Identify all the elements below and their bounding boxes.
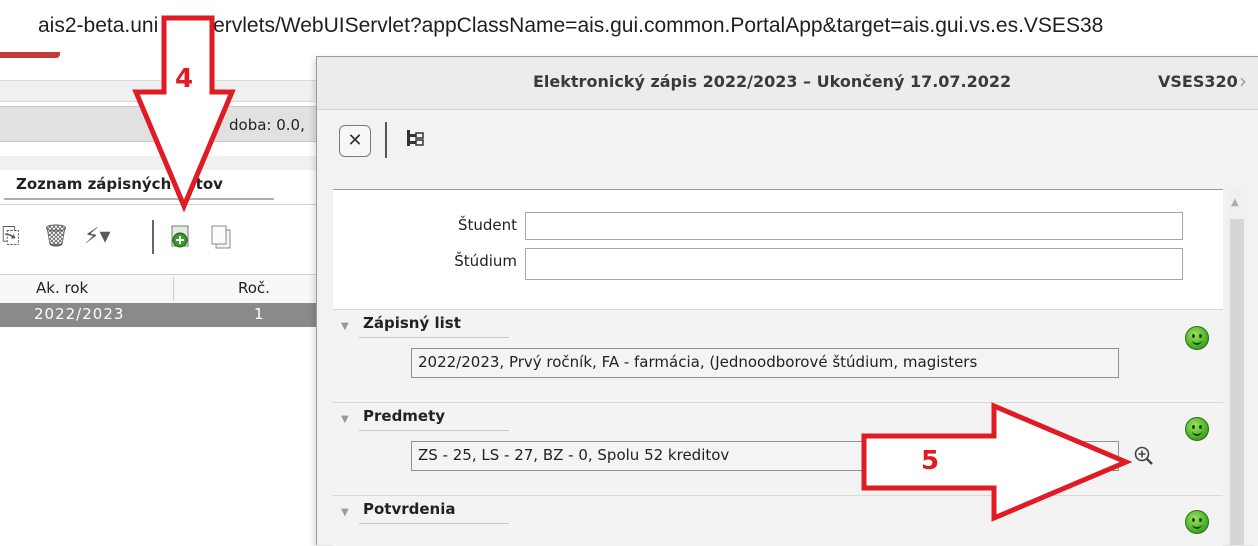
step-5-label: 5 <box>921 446 940 476</box>
step-5-arrow-icon <box>861 402 1133 522</box>
step-4-arrow-icon <box>132 15 236 213</box>
step-4-label: 4 <box>175 64 194 94</box>
